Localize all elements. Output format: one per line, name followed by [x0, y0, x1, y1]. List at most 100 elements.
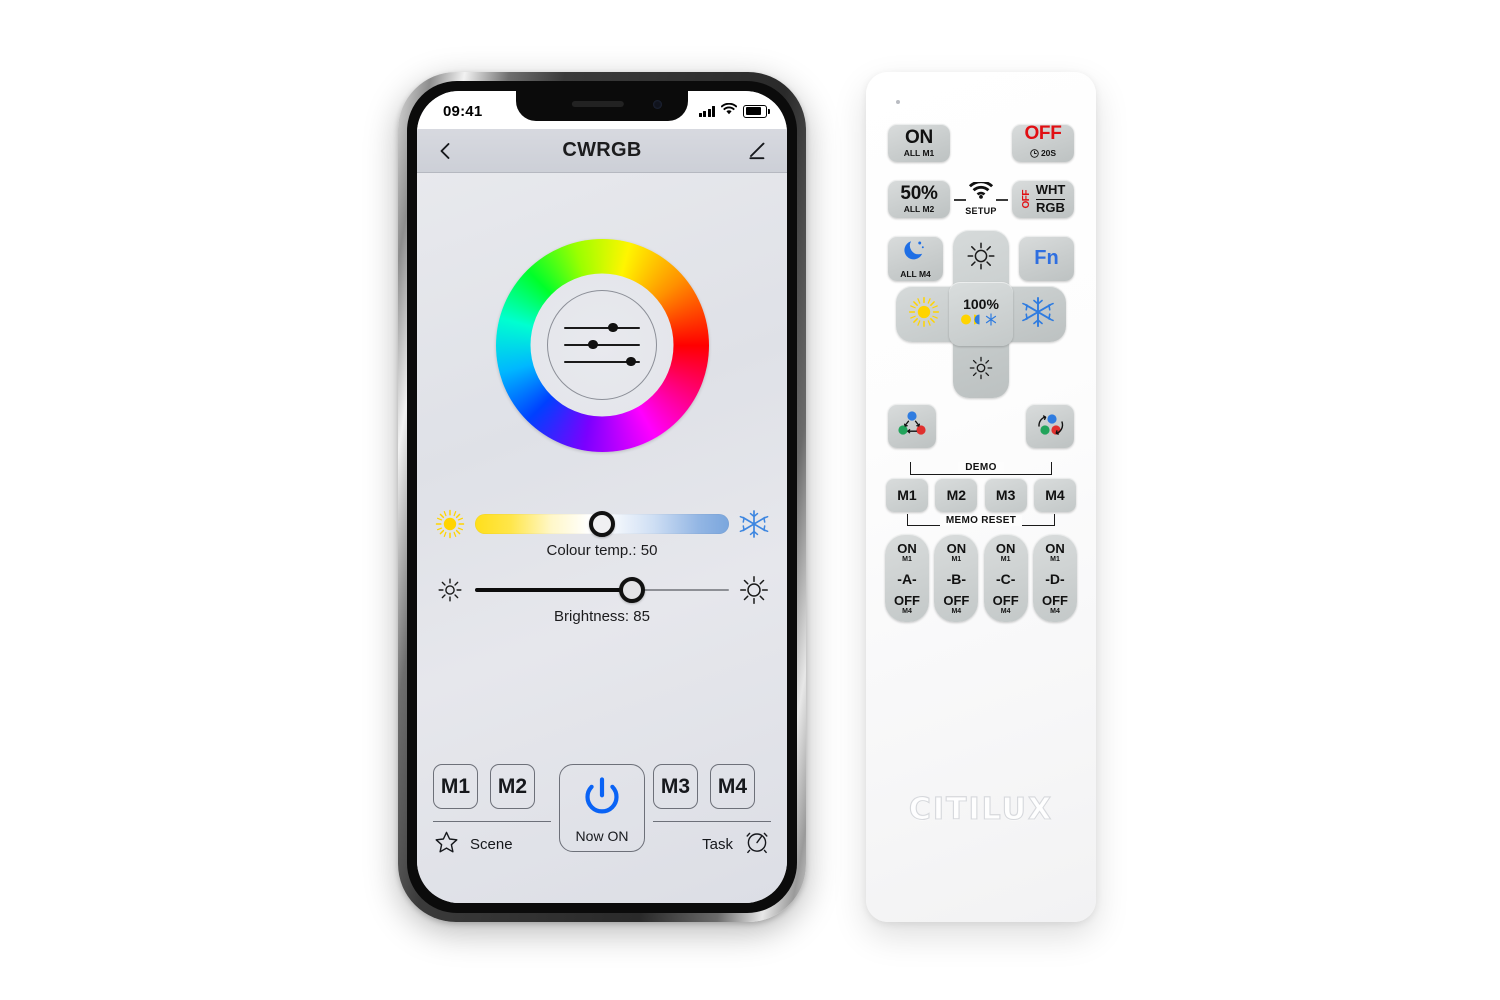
- remote-off-button[interactable]: OFF 20S: [1012, 124, 1074, 162]
- channel-b-mid: -B-: [946, 570, 967, 587]
- remote-on-sub: ALL M1: [903, 148, 935, 159]
- memory-button-m2[interactable]: M2: [490, 764, 535, 809]
- front-camera: [653, 100, 662, 109]
- cross-left-button[interactable]: [896, 286, 952, 342]
- channel-c-on-sub: M1: [1000, 556, 1011, 563]
- task-button[interactable]: Task: [626, 828, 771, 861]
- channel-b-on-sub: M1: [951, 556, 962, 563]
- cellular-bars-icon: [698, 105, 715, 117]
- channel-row: ON M1 -A- OFF M4 ON M1 -B- OFF M4 ON M1 -C- O…: [885, 534, 1077, 622]
- cross-right-button[interactable]: [1010, 286, 1066, 342]
- remote-off-main: OFF: [1024, 122, 1062, 144]
- setup-label: SETUP: [965, 206, 997, 216]
- cross-center-label: 100%: [963, 296, 999, 312]
- channel-a-mid: -A-: [897, 570, 917, 587]
- memo-row: M1 M2 M3 M4: [886, 478, 1076, 512]
- remote-off-sub: 20S: [1040, 148, 1057, 159]
- divider-right: [653, 821, 771, 823]
- channel-a-off: OFF: [894, 593, 920, 608]
- cross-down-button[interactable]: [953, 342, 1009, 398]
- channel-d-off-sub: M4: [1050, 608, 1060, 615]
- star-icon: [433, 829, 460, 861]
- remote-on-main: ON: [905, 127, 933, 149]
- channel-c-off: OFF: [992, 593, 1019, 608]
- status-time: 09:41: [443, 102, 483, 120]
- sliders-icon[interactable]: [547, 290, 657, 400]
- channel-button-d[interactable]: ON M1 -D- OFF M4: [1032, 534, 1077, 622]
- cross-center-button[interactable]: 100%: [949, 282, 1013, 346]
- colour-temp-row: [435, 509, 769, 539]
- warm-cool-toggle-icon: [960, 313, 1002, 331]
- low-brightness-icon: [435, 575, 465, 605]
- clock-icon: [1030, 145, 1039, 163]
- memo-button-m3[interactable]: M3: [984, 478, 1027, 512]
- memo-reset-label: MEMO RESET: [866, 515, 1096, 526]
- channel-b-on: ON: [946, 541, 967, 556]
- back-arrow-icon[interactable]: [433, 138, 459, 164]
- scene-button[interactable]: Scene: [433, 829, 578, 861]
- demo-label: DEMO: [866, 462, 1096, 473]
- brightness-slider[interactable]: [475, 577, 729, 603]
- colour-temp-knob[interactable]: [589, 511, 615, 537]
- snowflake-icon: [1022, 296, 1054, 333]
- power-label: Now ON: [575, 828, 629, 844]
- channel-a-on-sub: M1: [902, 556, 912, 563]
- channel-b-off: OFF: [943, 593, 970, 608]
- memory-left-group: M1 M2: [433, 764, 551, 823]
- channel-b-off-sub: M4: [951, 608, 962, 615]
- wifi-setup-icon: [968, 180, 994, 205]
- warm-sun-icon: [435, 509, 465, 539]
- snowflake-icon: [739, 509, 769, 539]
- channel-button-b[interactable]: ON M1 -B- OFF M4: [934, 534, 979, 622]
- brightness-knob[interactable]: [619, 577, 646, 603]
- ir-led-dot: [896, 100, 900, 104]
- channel-a-off-sub: M4: [902, 608, 912, 615]
- remote-demo-right-button[interactable]: [1026, 404, 1074, 448]
- memory-button-m3[interactable]: M3: [653, 764, 698, 809]
- channel-c-off-sub: M4: [1000, 608, 1011, 615]
- app-content: CWRGB Colour temp.: 50 Brightness: 85 M1…: [417, 129, 787, 903]
- memory-button-m4[interactable]: M4: [710, 764, 755, 809]
- memo-button-m1[interactable]: M1: [886, 478, 928, 512]
- brand-logo: CITILUX: [908, 791, 1054, 827]
- channel-button-c[interactable]: ON M1 -C- OFF M4: [983, 534, 1028, 622]
- cross-up-button[interactable]: [953, 230, 1009, 286]
- colour-wheel[interactable]: [495, 238, 709, 452]
- battery-icon: [743, 104, 770, 118]
- remote-demo-left-button[interactable]: [888, 404, 936, 448]
- wifi-icon: [720, 102, 738, 120]
- rgb-rotate-icon: [1033, 409, 1067, 444]
- memory-right-group: M3 M4: [653, 764, 771, 823]
- pencil-edit-icon[interactable]: [745, 138, 771, 164]
- memory-button-m1[interactable]: M1: [433, 764, 478, 809]
- setup-indicator: SETUP: [866, 180, 1096, 216]
- remote-cross-pad: 100%: [896, 230, 1066, 398]
- colour-temp-block: Colour temp.: 50: [417, 509, 787, 559]
- task-label: Task: [702, 836, 733, 853]
- phone-screen: 09:41 CWRGB Colour temp.: 50 Brightness:…: [417, 91, 787, 903]
- page-title: CWRGB: [562, 139, 642, 161]
- colour-temp-slider[interactable]: [475, 511, 729, 537]
- earpiece-speaker: [571, 101, 624, 107]
- alarm-clock-icon: [743, 828, 771, 861]
- bottom-controls: M1 M2 Now ON M3 M4 Scene Task: [417, 764, 787, 861]
- sun-bright-icon: [966, 241, 996, 276]
- channel-c-on: ON: [995, 541, 1016, 556]
- notch: [516, 91, 688, 121]
- memo-button-m4[interactable]: M4: [1033, 478, 1076, 512]
- wheel-slider-2[interactable]: [564, 339, 640, 350]
- phone-device: 09:41 CWRGB Colour temp.: 50 Brightness:…: [398, 72, 806, 922]
- channel-d-mid: -D-: [1045, 570, 1065, 587]
- remote-on-button[interactable]: ON ALL M1: [888, 124, 950, 162]
- channel-d-on: ON: [1045, 541, 1065, 556]
- sun-dim-icon: [967, 354, 995, 387]
- wheel-slider-1[interactable]: [564, 322, 640, 333]
- screenshot-stage: 09:41 CWRGB Colour temp.: 50 Brightness:…: [0, 0, 1500, 1000]
- memo-reset-text: MEMO RESET: [939, 515, 1023, 526]
- channel-button-a[interactable]: ON M1 -A- OFF M4: [885, 534, 929, 622]
- memo-button-m2[interactable]: M2: [935, 478, 978, 512]
- wheel-slider-3[interactable]: [564, 356, 640, 367]
- brightness-block: Brightness: 85: [417, 575, 787, 625]
- brightness-label: Brightness: 85: [554, 608, 650, 625]
- colour-wheel-area: [417, 195, 787, 495]
